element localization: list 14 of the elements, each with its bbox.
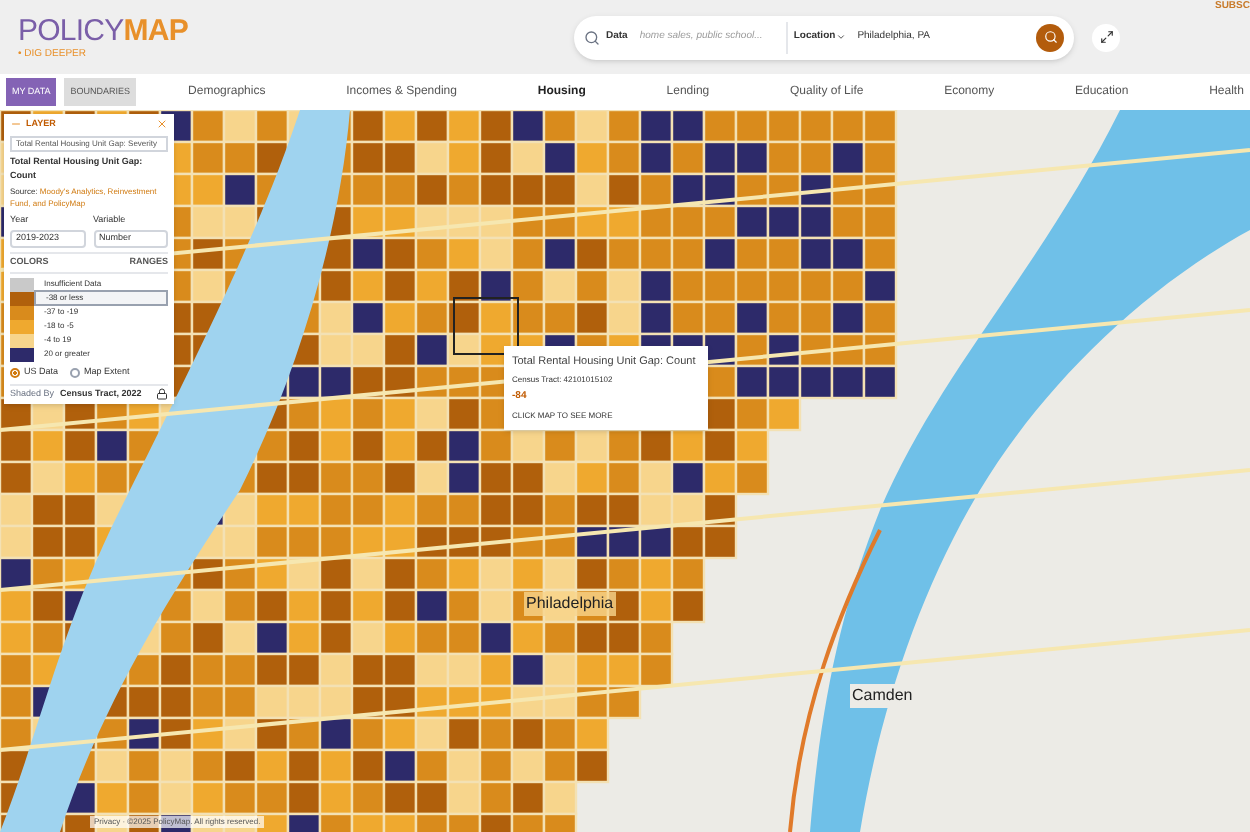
city-label: Camden (850, 684, 915, 708)
fullscreen-button[interactable] (1092, 23, 1120, 51)
radio-button[interactable] (10, 367, 20, 378)
lock-icon[interactable] (156, 387, 168, 400)
caret-icon (835, 32, 846, 42)
city-label: Philadelphia (524, 592, 616, 616)
expand-icon (1099, 30, 1113, 44)
close-icon[interactable] (156, 118, 168, 131)
choropleth-map-drawing[interactable] (0, 110, 1250, 832)
logo[interactable]: POLICYMAP (18, 15, 198, 47)
search-icon (1043, 30, 1057, 44)
radio-button[interactable] (70, 367, 81, 378)
search-button[interactable] (1036, 23, 1064, 51)
search-icon (584, 29, 600, 45)
